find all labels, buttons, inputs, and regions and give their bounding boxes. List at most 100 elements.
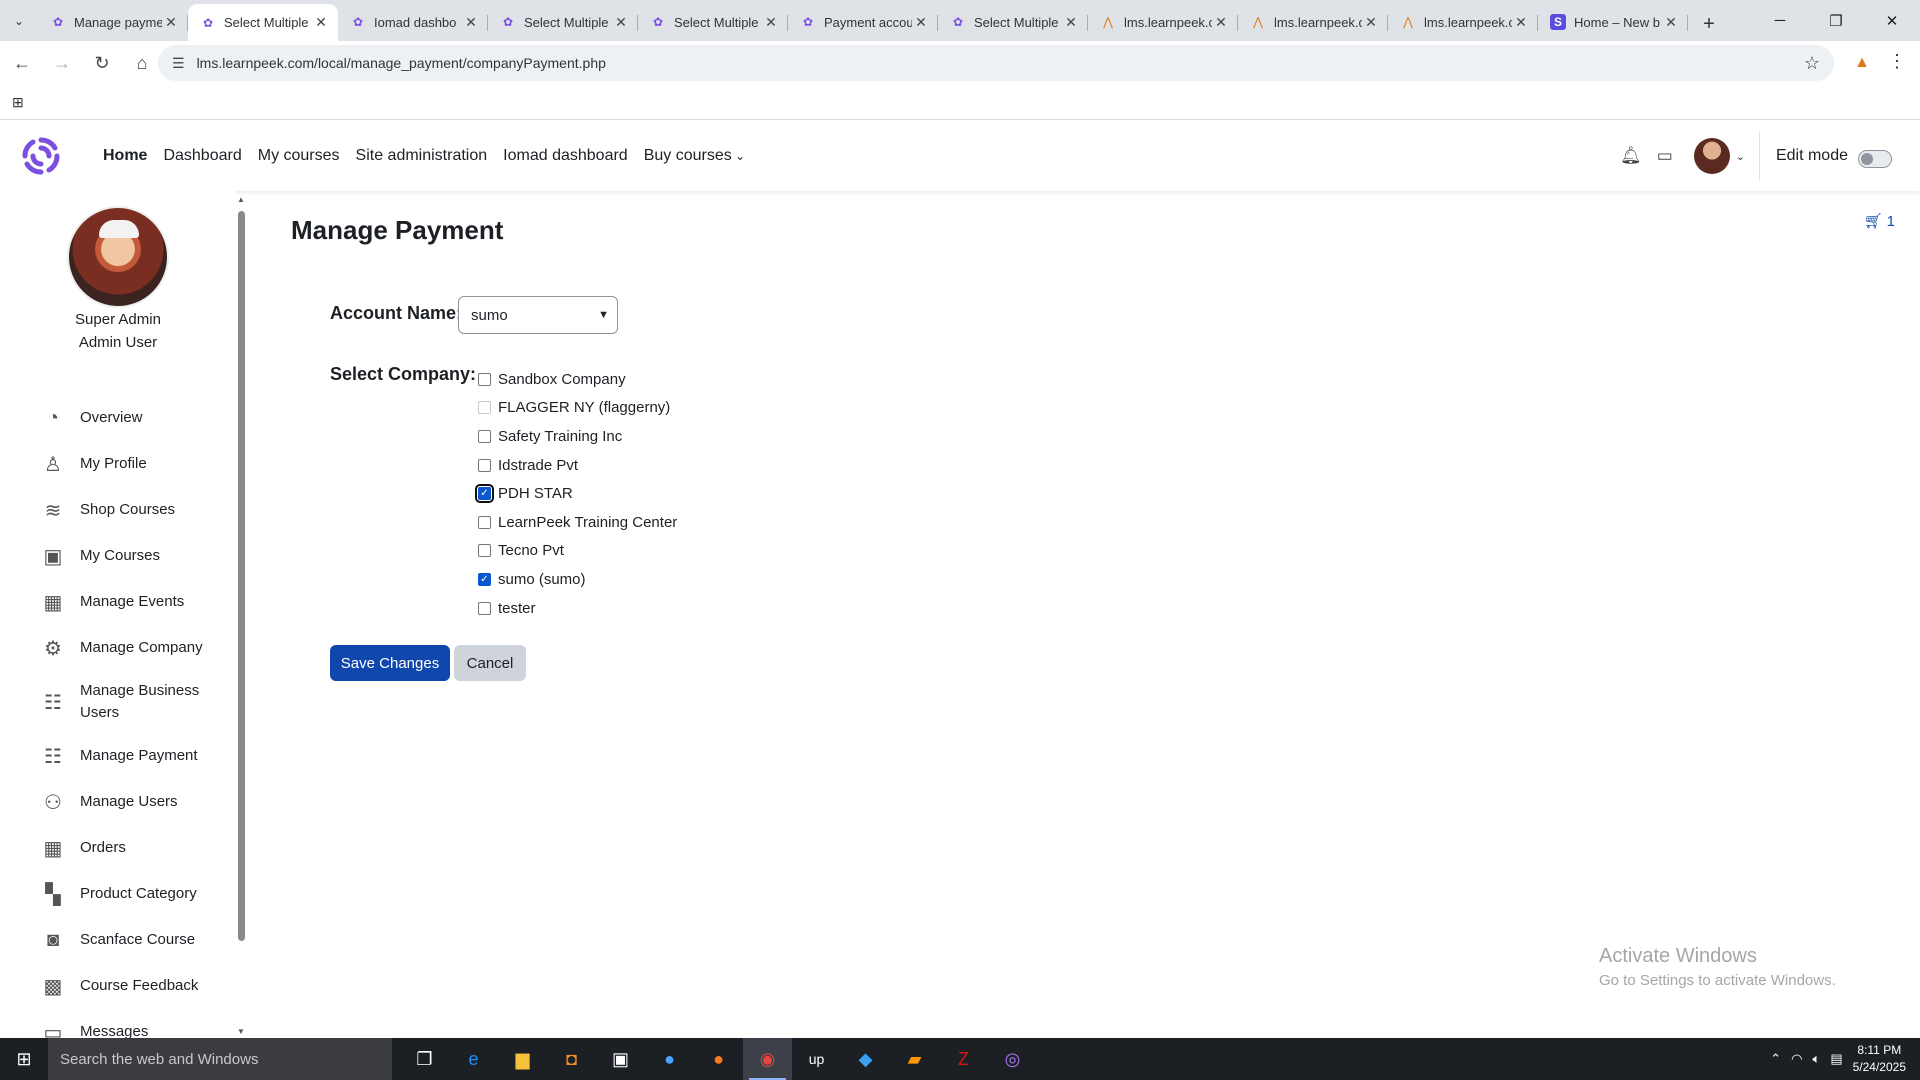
scroll-up-icon[interactable]: ▲	[237, 195, 245, 204]
forward-icon[interactable]: →	[44, 46, 80, 82]
minimize-icon[interactable]: ─	[1752, 0, 1808, 41]
cart-link[interactable]: 🛒︎ 1	[1864, 212, 1895, 231]
bookmark-star-icon[interactable]: ☆	[1804, 53, 1820, 74]
nav-link-site-administration[interactable]: Site administration	[356, 147, 488, 165]
cancel-button[interactable]: Cancel	[454, 645, 526, 681]
nav-link-iomad-dashboard[interactable]: Iomad dashboard	[503, 147, 628, 165]
action-center-icon[interactable]: ▤	[1830, 1051, 1842, 1067]
close-tab-icon[interactable]: ✕	[1512, 14, 1530, 31]
volume-icon[interactable]: 🔈︎	[1813, 1051, 1821, 1067]
extension-icon[interactable]: ▲	[1854, 54, 1870, 72]
browser-tab[interactable]: ✿ Select Multiple ✕	[938, 5, 1088, 39]
home-icon[interactable]: ⌂	[124, 46, 160, 82]
nav-link-home[interactable]: Home	[103, 147, 147, 165]
nav-link-my-courses[interactable]: My courses	[258, 147, 340, 165]
sidebar-item-manage-events[interactable]: ▦ Manage Events	[38, 579, 228, 625]
company-option[interactable]: tester	[478, 594, 677, 623]
close-tab-icon[interactable]: ✕	[1662, 14, 1680, 31]
windows-start-icon[interactable]: ⊞	[0, 1038, 48, 1080]
chrome-icon[interactable]: ◉	[743, 1038, 792, 1080]
tab-search-icon[interactable]: ⌄	[0, 0, 38, 41]
file-explorer-icon[interactable]: ▆	[498, 1038, 547, 1080]
browser-tab[interactable]: ✿ Iomad dashbo ✕	[338, 5, 488, 39]
browser-tab[interactable]: ⋀ lms.learnpeek.c ✕	[1388, 5, 1538, 39]
sidebar-item-product-category[interactable]: ▚ Product Category	[38, 871, 228, 917]
browser-tab[interactable]: ⋀ lms.learnpeek.c ✕	[1088, 5, 1238, 39]
close-window-icon[interactable]: ✕	[1864, 0, 1920, 41]
sidebar-item-manage-company[interactable]: ⚙ Manage Company	[38, 625, 228, 671]
chevron-down-icon[interactable]: ⌄	[1736, 150, 1745, 163]
sidebar-item-scanface-course[interactable]: ◙ Scanface Course	[38, 917, 228, 963]
notification-bell-icon[interactable]: 🔔︎	[1614, 146, 1648, 166]
user-menu-avatar[interactable]	[1693, 138, 1730, 174]
sidebar-item-shop-courses[interactable]: ≋ Shop Courses	[38, 487, 228, 533]
close-tab-icon[interactable]: ✕	[612, 14, 630, 31]
filezilla-icon[interactable]: Z	[939, 1038, 988, 1080]
company-checkbox[interactable]: ✓	[478, 572, 491, 586]
close-tab-icon[interactable]: ✕	[162, 14, 180, 31]
nav-link-dashboard[interactable]: Dashboard	[163, 147, 241, 165]
company-checkbox[interactable]: ✓	[475, 484, 494, 504]
browser-tab[interactable]: ✿ Select Multiple ✕	[488, 5, 638, 39]
upwork-icon[interactable]: up	[792, 1038, 841, 1080]
browser-tab[interactable]: ✿ Select Multiple ✕	[188, 4, 338, 41]
company-checkbox[interactable]	[478, 544, 491, 558]
sidebar-item-manage-payment[interactable]: ☷ Manage Payment	[38, 733, 228, 779]
close-tab-icon[interactable]: ✕	[1362, 14, 1380, 31]
sidebar-item-course-feedback[interactable]: ▩ Course Feedback	[38, 963, 228, 1009]
sidebar-item-overview[interactable]: ◔ Overview	[38, 395, 228, 441]
network-icon[interactable]: ◠	[1791, 1051, 1802, 1067]
taskbar-search[interactable]: Search the web and Windows	[48, 1038, 392, 1080]
close-tab-icon[interactable]: ✕	[462, 14, 480, 31]
company-option[interactable]: ✓ PDH STAR	[475, 479, 677, 508]
browser-tab[interactable]: ⋀ lms.learnpeek.c ✕	[1238, 5, 1388, 39]
company-checkbox[interactable]	[478, 458, 491, 472]
company-option[interactable]: Tecno Pvt	[478, 537, 677, 566]
close-tab-icon[interactable]: ✕	[312, 14, 330, 31]
company-option[interactable]: LearnPeek Training Center	[478, 508, 677, 537]
browser-tab[interactable]: ✿ Select Multiple ✕	[638, 5, 788, 39]
task-view-icon[interactable]: ❐	[400, 1038, 449, 1080]
close-tab-icon[interactable]: ✕	[762, 14, 780, 31]
company-option[interactable]: Sandbox Company	[478, 365, 677, 394]
whatsapp-icon[interactable]: ●	[645, 1038, 694, 1080]
edge-icon[interactable]: e	[449, 1038, 498, 1080]
company-option[interactable]: Idstrade Pvt	[478, 451, 677, 480]
restore-icon[interactable]: ❐	[1808, 0, 1864, 41]
site-info-icon[interactable]: ☰	[172, 55, 185, 72]
company-checkbox[interactable]	[478, 372, 491, 386]
nav-link-buy-courses[interactable]: Buy courses ⌄	[644, 147, 745, 165]
store-icon[interactable]: ▣	[596, 1038, 645, 1080]
scrollbar-thumb[interactable]	[238, 211, 245, 941]
vscode-icon[interactable]: ◆	[841, 1038, 890, 1080]
github-desktop-icon[interactable]: ◎	[988, 1038, 1037, 1080]
tray-chevron-up-icon[interactable]: ⌃	[1770, 1051, 1781, 1067]
sidebar-item-manage-users[interactable]: ⚇ Manage Users	[38, 779, 228, 825]
company-checkbox[interactable]	[478, 429, 491, 443]
company-option[interactable]: Safety Training Inc	[478, 422, 677, 451]
sidebar-scrollbar[interactable]: ▲ ▼	[236, 191, 246, 1038]
close-tab-icon[interactable]: ✕	[1062, 14, 1080, 31]
messages-drawer-icon[interactable]: ▭	[1648, 146, 1682, 166]
site-logo-icon[interactable]	[20, 135, 62, 177]
apps-grid-icon[interactable]: ⊞	[12, 94, 24, 111]
xampp-icon[interactable]: ◘	[547, 1038, 596, 1080]
url-bar[interactable]: ☰ lms.learnpeek.com/local/manage_payment…	[158, 45, 1834, 81]
sidebar-item-orders[interactable]: ▦ Orders	[38, 825, 228, 871]
close-tab-icon[interactable]: ✕	[912, 14, 930, 31]
edit-mode-toggle[interactable]	[1858, 150, 1892, 168]
company-option[interactable]: ✓ sumo (sumo)	[478, 565, 677, 594]
sidebar-item-my-courses[interactable]: ▣ My Courses	[38, 533, 228, 579]
close-tab-icon[interactable]: ✕	[1212, 14, 1230, 31]
sidebar-item-manage-business-users[interactable]: ☷ Manage Business Users	[38, 671, 228, 733]
back-icon[interactable]: ←	[4, 46, 40, 82]
browser-tab[interactable]: S Home – New b ✕	[1538, 5, 1688, 39]
firefox-icon[interactable]: ●	[694, 1038, 743, 1080]
sidebar-item-my-profile[interactable]: ♙ My Profile	[38, 441, 228, 487]
sidebar-item-messages[interactable]: ▭ Messages	[38, 1009, 228, 1039]
taskbar-clock[interactable]: 8:11 PM 5/24/2025	[1853, 1042, 1906, 1076]
sublime-icon[interactable]: ▰	[890, 1038, 939, 1080]
browser-tab[interactable]: ✿ Manage payme ✕	[38, 5, 188, 39]
browser-tab[interactable]: ✿ Payment accou ✕	[788, 5, 938, 39]
account-name-select[interactable]: sumo ▼	[458, 296, 618, 334]
